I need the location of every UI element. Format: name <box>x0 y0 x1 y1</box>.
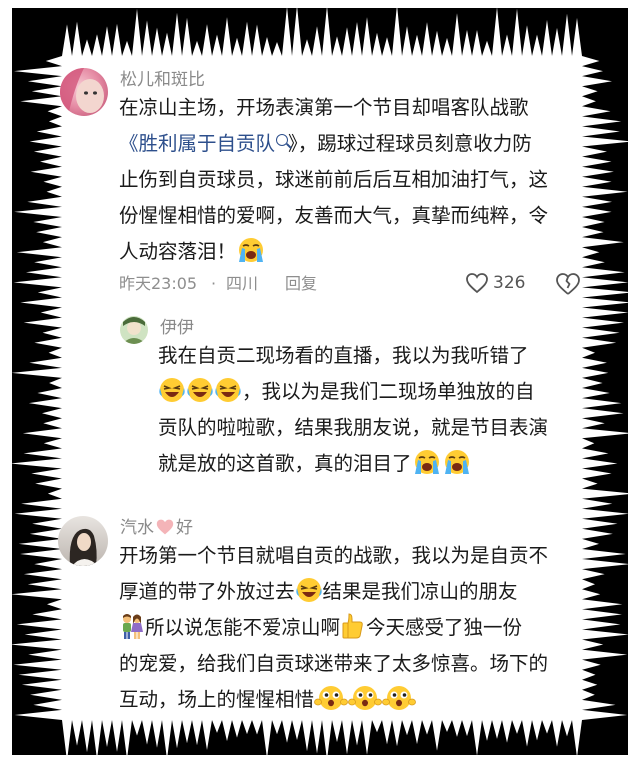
crying-face-icon <box>236 236 266 264</box>
comment-line: 开场第一个节目就唱自贡的战歌，我以为是自贡不 <box>119 544 549 567</box>
comment-text: 在凉山主场，开场表演第一个节目却唱客队战歌 《胜利属于自贡队 》，踢球过程球员刻意… <box>119 90 548 270</box>
comment-line: 止伤到自贡球员，球迷前前后后互相加油打气，这 <box>119 168 549 191</box>
avatar[interactable] <box>60 68 108 116</box>
comment-line: 份惺惺相惜的爱啊，友善而大气，真挚而纯粹，令 <box>119 204 549 227</box>
laugh-crying-face-icon <box>214 376 242 404</box>
comment-line: 贡队的啦啦歌，结果我朋友说，就是节目表演 <box>158 416 549 439</box>
meta-separator: · <box>211 274 217 293</box>
comment-line: 就是放的这首歌，真的泪目了 <box>158 446 548 482</box>
surprised-face-icon <box>314 682 348 712</box>
comment-line: 《胜利属于自贡队 》，踢球过程球员刻意收力防 <box>119 126 548 162</box>
reply-text: 我在自贡二现场看的直播，我以为我听错了 ，我以为是我们二现场单独放的自 贡队的啦… <box>158 338 548 482</box>
comment-line-text: ，我以为是我们二现场单独放的自 <box>242 380 535 403</box>
couple-icon <box>119 612 145 640</box>
comment-line-text: 人动容落泪！ <box>119 240 237 263</box>
username[interactable]: 松儿和斑比 <box>120 70 205 90</box>
search-icon[interactable] <box>276 134 289 146</box>
comment-line: ，我以为是我们二现场单独放的自 <box>158 374 548 410</box>
dislike-heart-icon[interactable] <box>555 272 581 296</box>
comment-line-text: 互动，场上的惺惺相惜 <box>119 688 315 711</box>
comment-line-text: 》，踢球过程球员刻意收力防 <box>288 132 532 155</box>
comment-line-text: 结果是我们凉山的朋友 <box>322 580 518 603</box>
thumbs-up-icon <box>340 612 366 640</box>
crying-face-icon <box>412 448 442 476</box>
comment-time: 昨天23:05 <box>119 274 198 293</box>
comment-line: 我在自贡二现场看的直播，我以为我听错了 <box>158 344 529 367</box>
comment-line: 的宠爱，给我们自贡球迷带来了太多惊喜。场下的 <box>119 652 549 675</box>
song-link[interactable]: 《胜利属于自贡队 <box>119 132 275 155</box>
comment-line: 在凉山主场，开场表演第一个节目却唱客队战歌 <box>119 96 529 119</box>
avatar[interactable] <box>120 316 148 344</box>
comment-line-text: 就是放的这首歌，真的泪目了 <box>158 452 412 475</box>
avatar[interactable] <box>58 516 108 566</box>
username[interactable]: 伊伊 <box>160 318 194 338</box>
comment-line: 厚道的带了外放过去 结果是我们凉山的朋友 <box>119 574 548 610</box>
like-button[interactable]: 326 <box>465 270 529 296</box>
crying-face-icon <box>442 448 472 476</box>
comment-line-text: 今天感受了独一份 <box>366 616 523 639</box>
surprised-face-icon <box>382 682 416 712</box>
comment-text: 开场第一个节目就唱自贡的战歌，我以为是自贡不 厚道的带了外放过去 结果是我们凉山的… <box>119 538 548 718</box>
laugh-crying-face-icon <box>158 376 186 404</box>
comment-line-text: 所以说怎能不爱凉山啊 <box>145 616 341 639</box>
heart-icon <box>156 519 174 535</box>
comment-line-text: 厚道的带了外放过去 <box>119 580 295 603</box>
laugh-crying-face-icon <box>186 376 214 404</box>
comment-line: 所以说怎能不爱凉山啊 今天感受了独一份 <box>119 610 548 646</box>
heart-icon <box>466 273 488 294</box>
laugh-crying-face-icon <box>295 576 323 604</box>
comment-line: 人动容落泪！ <box>119 234 548 270</box>
comment-line: 互动，场上的惺惺相惜 <box>119 682 548 718</box>
reply-button[interactable]: 回复 <box>285 274 317 294</box>
username[interactable]: 汽水 好 <box>120 518 193 538</box>
username-part: 好 <box>176 518 193 538</box>
comment-location: 四川 <box>226 274 259 293</box>
like-count: 326 <box>493 273 526 293</box>
surprised-face-icon <box>348 682 382 712</box>
username-part: 汽水 <box>120 518 154 538</box>
